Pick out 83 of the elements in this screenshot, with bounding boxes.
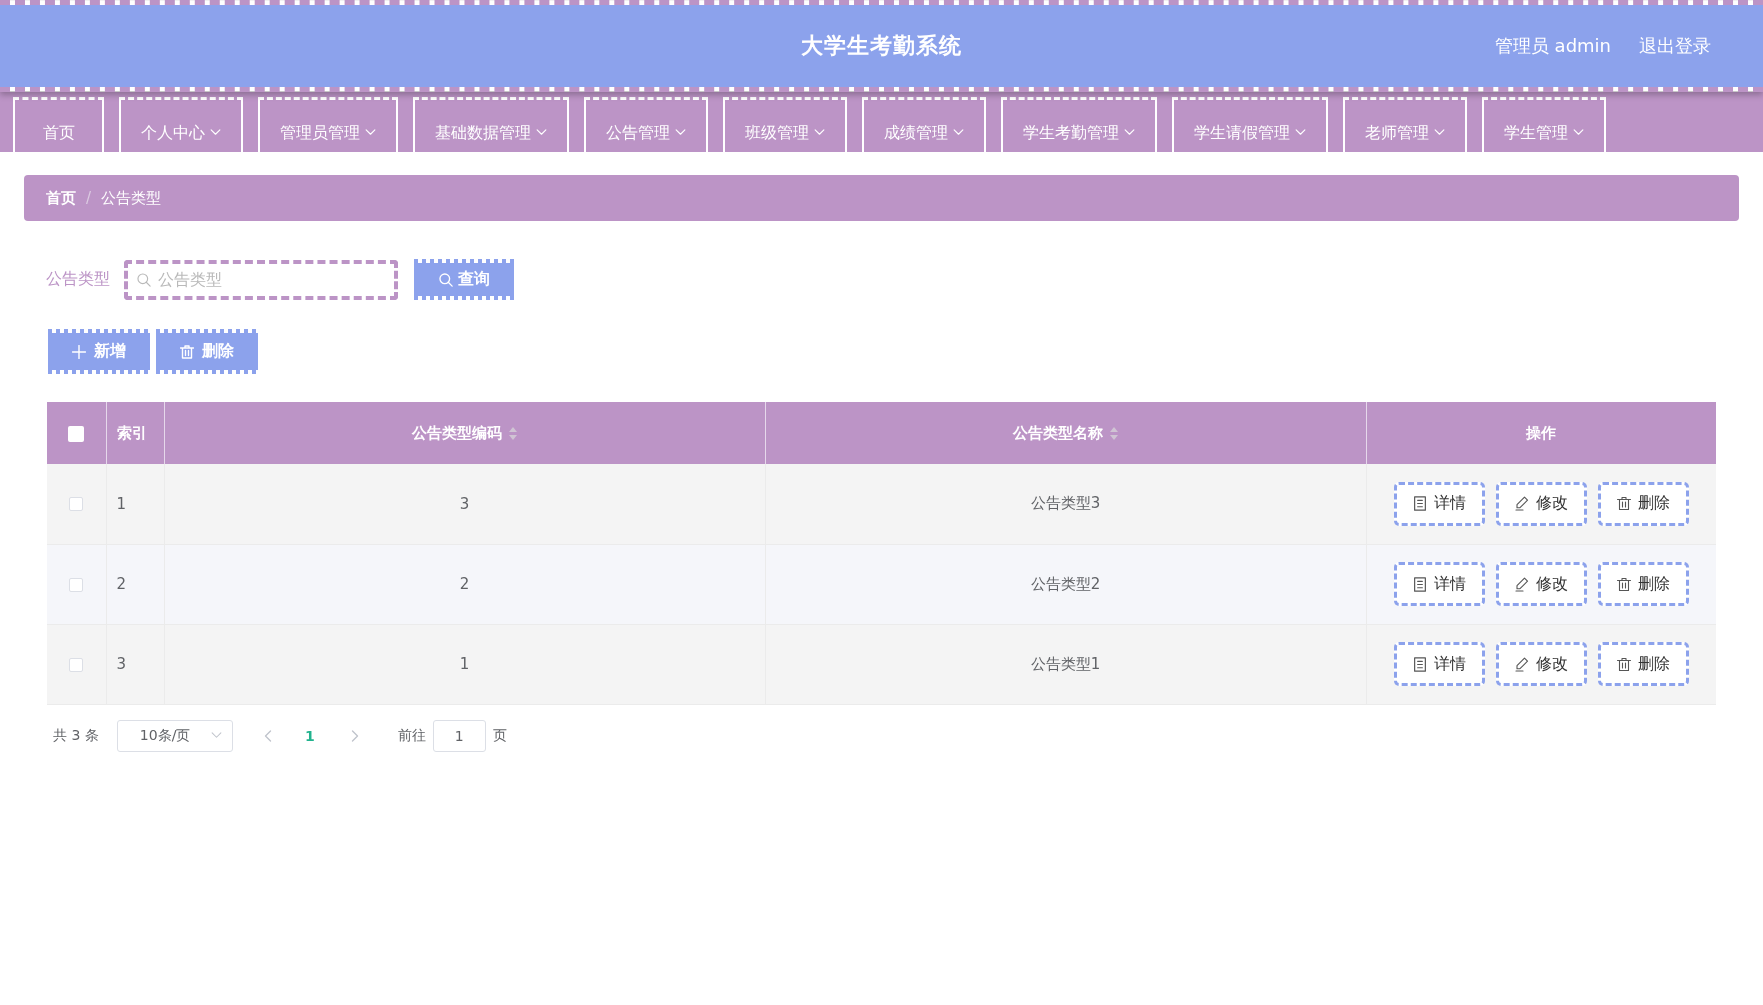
nav-item[interactable]: 学生考勤管理 (1001, 97, 1157, 152)
chevron-left-icon[interactable] (263, 729, 272, 742)
app-title: 大学生考勤系统 (801, 32, 962, 60)
nav-item[interactable]: 老师管理 (1343, 97, 1467, 152)
caret-icon (814, 129, 825, 136)
table-cell: 公告类型1 (765, 624, 1366, 704)
pencil-icon (1514, 656, 1529, 672)
search-field[interactable]: 公告类型 (124, 259, 398, 300)
field-label: 公告类型 (46, 269, 110, 290)
table-cell: 公告类型3 (765, 464, 1366, 544)
page-number[interactable]: 1 (297, 721, 322, 750)
sort-icon[interactable] (509, 426, 517, 440)
edit-button[interactable]: 修改 (1495, 562, 1587, 606)
logout-link[interactable]: 退出登录 (1639, 34, 1711, 58)
trash-icon (1616, 656, 1631, 672)
page-size-select[interactable]: 10条/页 (116, 719, 233, 752)
pencil-icon (1514, 576, 1529, 592)
select-all-checkbox[interactable] (68, 425, 85, 442)
column-header: 公告类型名称 (1013, 423, 1103, 443)
table-cell: 2 (164, 544, 765, 624)
trash-icon (180, 344, 194, 359)
table-cell: 1 (164, 624, 765, 704)
breadcrumb-separator: / (86, 189, 92, 207)
detail-button[interactable]: 详情 (1393, 481, 1485, 526)
table-cell: 1 (106, 464, 164, 544)
row-checkbox[interactable] (69, 577, 84, 592)
trash-icon (1616, 576, 1631, 592)
column-header: 公告类型编码 (412, 423, 502, 443)
goto-label: 前往 (397, 726, 426, 745)
caret-icon (1573, 129, 1584, 136)
nav-item[interactable]: 基础数据管理 (413, 97, 569, 152)
breadcrumb-current: 公告类型 (101, 188, 162, 208)
search-icon (438, 272, 453, 287)
delete-button[interactable]: 删除 (1597, 562, 1689, 606)
caret-icon (1124, 129, 1135, 136)
delete-button[interactable]: 删除 (1597, 642, 1689, 686)
sort-icon[interactable] (1110, 426, 1118, 440)
nav-item[interactable]: 学生请假管理 (1172, 97, 1328, 152)
page-suffix: 页 (492, 726, 507, 745)
table-cell: 2 (106, 544, 164, 624)
caret-icon (675, 129, 686, 136)
caret-icon (536, 129, 547, 136)
row-checkbox[interactable] (69, 657, 84, 672)
table-cell: 3 (106, 624, 164, 704)
detail-button[interactable]: 详情 (1393, 562, 1485, 606)
edit-button[interactable]: 修改 (1495, 481, 1587, 526)
search-input[interactable]: 公告类型 (158, 270, 368, 289)
document-icon (1412, 656, 1427, 672)
edit-button[interactable]: 修改 (1495, 642, 1587, 686)
search-icon (137, 272, 151, 287)
nav-item[interactable]: 学生管理 (1482, 97, 1606, 152)
nav-item[interactable]: 管理员管理 (258, 97, 398, 152)
nav-item[interactable]: 班级管理 (723, 97, 847, 152)
chevron-down-icon (210, 732, 222, 739)
delete-button[interactable]: 删除 (1597, 481, 1689, 526)
user-label: 管理员 admin (1494, 34, 1611, 58)
table-cell: 3 (164, 464, 765, 544)
delete-button[interactable]: 删除 (156, 329, 258, 374)
nav-item[interactable]: 成绩管理 (862, 97, 986, 152)
caret-icon (210, 129, 221, 136)
document-icon (1412, 496, 1427, 512)
chevron-right-icon[interactable] (350, 729, 359, 742)
nav-item[interactable]: 首页 (13, 97, 104, 152)
row-checkbox[interactable] (69, 497, 84, 512)
document-icon (1412, 576, 1427, 592)
search-button[interactable]: 查询 (414, 259, 514, 300)
pencil-icon (1514, 496, 1529, 512)
page-input[interactable]: 1 (432, 719, 486, 752)
caret-icon (1295, 129, 1306, 136)
plus-icon (72, 344, 86, 359)
column-header: 操作 (1366, 402, 1716, 464)
trash-icon (1616, 496, 1631, 512)
detail-button[interactable]: 详情 (1393, 642, 1485, 686)
column-header: 索引 (106, 402, 164, 464)
caret-icon (953, 129, 964, 136)
nav-item[interactable]: 公告管理 (584, 97, 708, 152)
caret-icon (1434, 129, 1445, 136)
table-cell: 公告类型2 (765, 544, 1366, 624)
add-button[interactable]: 新增 (48, 329, 150, 374)
caret-icon (365, 129, 376, 136)
breadcrumb-link[interactable]: 首页 (46, 188, 76, 208)
nav-item[interactable]: 个人中心 (119, 97, 243, 152)
total-count: 共 3 条 (53, 726, 99, 745)
